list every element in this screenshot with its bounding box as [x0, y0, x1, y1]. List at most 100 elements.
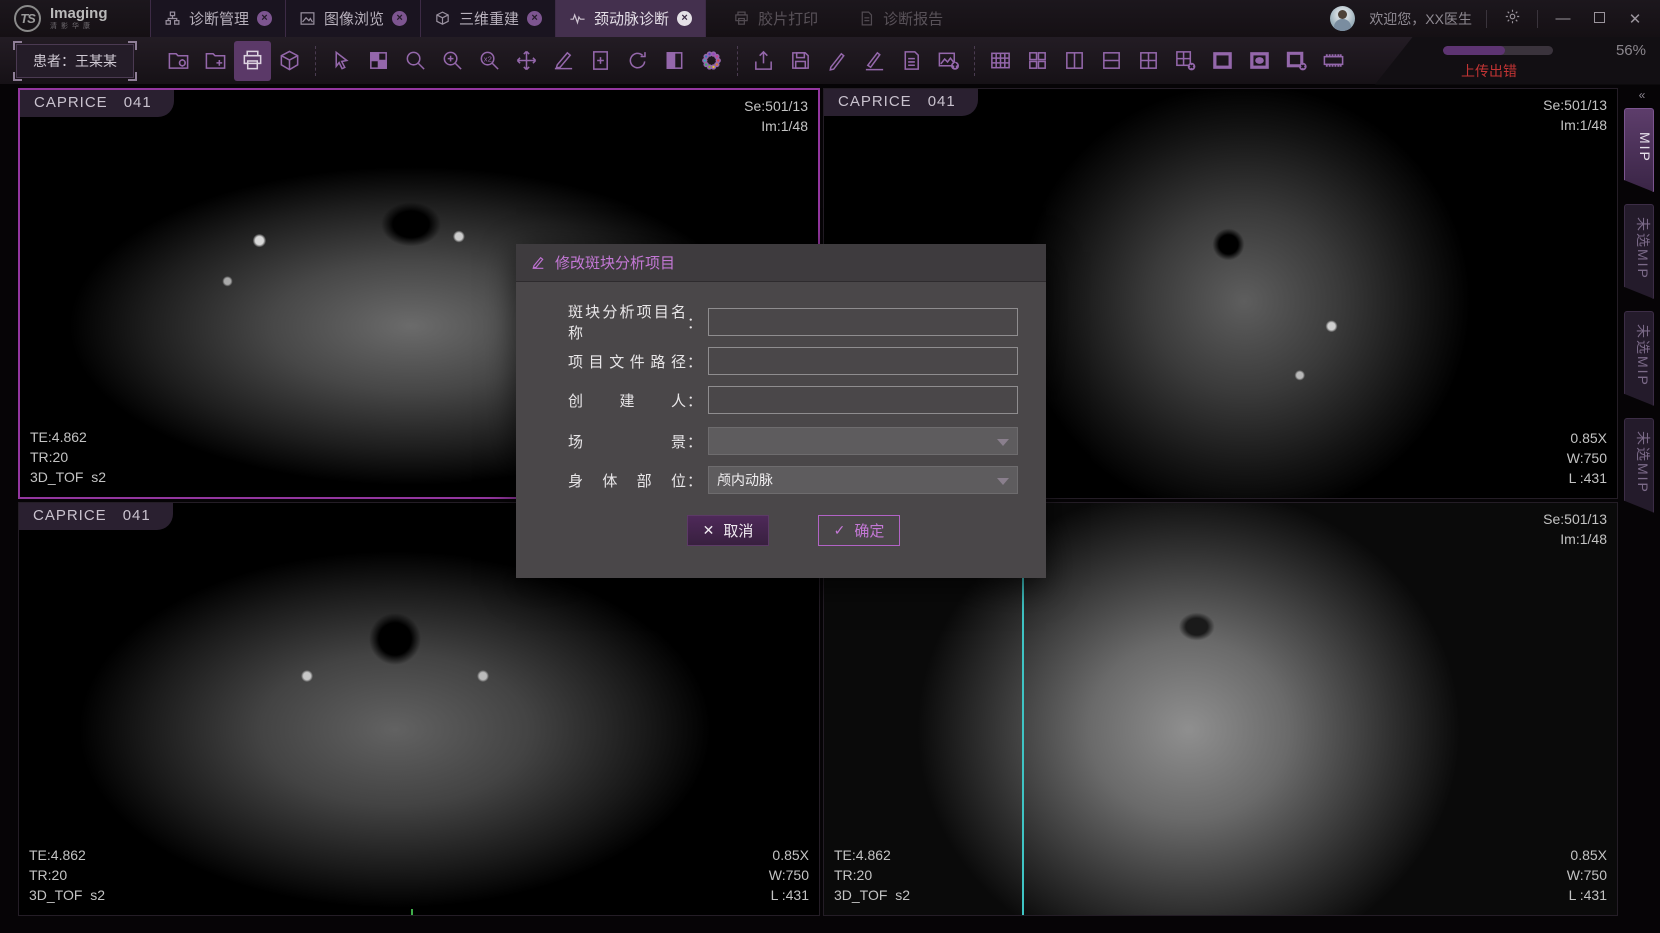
- tab-3d-reconstruction[interactable]: 三维重建 ×: [421, 0, 556, 37]
- scene-dropdown[interactable]: [708, 427, 1018, 455]
- pan-icon[interactable]: [508, 41, 545, 81]
- image-upload-icon[interactable]: [930, 41, 967, 81]
- series-info: Se:501/13Im:1/48: [1543, 509, 1607, 549]
- focus-corner: [13, 41, 22, 50]
- tab-close-icon[interactable]: ×: [677, 11, 692, 26]
- window-maximize-icon[interactable]: [1588, 10, 1610, 27]
- focus-corner: [128, 72, 137, 81]
- toolbar-divider: [974, 46, 975, 76]
- tab-film-print: 胶片打印: [720, 0, 831, 37]
- layout-remove-icon[interactable]: [1278, 41, 1315, 81]
- settings-gear-icon[interactable]: [1501, 8, 1523, 29]
- brush-icon[interactable]: [819, 41, 856, 81]
- measure-pencil-icon[interactable]: [545, 41, 582, 81]
- print-icon[interactable]: [234, 41, 271, 81]
- window-level-icon[interactable]: [656, 41, 693, 81]
- split-horizontal-icon[interactable]: [1093, 41, 1130, 81]
- display-info: 0.85XW:750L :431: [769, 845, 809, 905]
- magnify-icon[interactable]: [397, 41, 434, 81]
- window-minimize-icon[interactable]: —: [1552, 10, 1574, 27]
- cancel-label: 取消: [723, 520, 753, 541]
- toolbar-divider: [737, 46, 738, 76]
- volume-3d-icon[interactable]: [271, 41, 308, 81]
- field-colon: ：: [687, 470, 702, 491]
- tab-label: 诊断管理: [189, 8, 249, 29]
- open-project-settings-icon[interactable]: [160, 41, 197, 81]
- tab-close-icon[interactable]: ×: [527, 11, 542, 26]
- body-part-value: 颅内动脉: [717, 470, 773, 490]
- split-vertical-icon[interactable]: [1056, 41, 1093, 81]
- acquisition-info: TE:4.862TR:203D_TOF s2: [30, 427, 106, 487]
- invert-checker-icon[interactable]: [360, 41, 397, 81]
- export-upload-icon[interactable]: [745, 41, 782, 81]
- field-label: 创建人: [568, 390, 686, 411]
- field-label: 身体部位: [568, 470, 686, 491]
- project-name-input[interactable]: [708, 308, 1018, 336]
- tab-label: 胶片打印: [758, 8, 818, 29]
- rotate-icon[interactable]: [619, 41, 656, 81]
- filmstrip-icon[interactable]: [1315, 41, 1352, 81]
- report-document-icon[interactable]: [893, 41, 930, 81]
- save-icon[interactable]: [782, 41, 819, 81]
- layout-quad-icon[interactable]: [1019, 41, 1056, 81]
- rail-tab-unselected-mip-3[interactable]: 未选MIP: [1624, 418, 1654, 513]
- field-label: 场景: [568, 431, 686, 452]
- svg-text:x2: x2: [484, 54, 492, 63]
- tab-image-browse[interactable]: 图像浏览 ×: [286, 0, 421, 37]
- app-subtitle: 清影华康: [50, 21, 108, 31]
- top-bar-right: 欢迎您，XX医生 — ✕: [1330, 0, 1660, 37]
- series-info: Se:501/13Im:1/48: [744, 96, 808, 136]
- tab-close-icon[interactable]: ×: [257, 11, 272, 26]
- chevron-down-icon: [997, 439, 1009, 446]
- printer-icon: [733, 10, 750, 27]
- file-path-input[interactable]: [708, 347, 1018, 375]
- cursor-icon[interactable]: [323, 41, 360, 81]
- window-close-icon[interactable]: ✕: [1624, 10, 1646, 28]
- tab-label: 图像浏览: [324, 8, 384, 29]
- display-info: 0.85XW:750L :431: [1567, 428, 1607, 488]
- layout-grid-remove-icon[interactable]: [1167, 41, 1204, 81]
- creator-input[interactable]: [708, 386, 1018, 414]
- rail-tab-mip[interactable]: MIP: [1624, 108, 1654, 192]
- tab-close-icon[interactable]: ×: [392, 11, 407, 26]
- layout-ellipse-icon[interactable]: [1241, 41, 1278, 81]
- patient-name-text: 患者：王某某: [33, 53, 117, 69]
- zoom-2x-icon[interactable]: x2: [471, 41, 508, 81]
- upload-progress-fill: [1443, 46, 1505, 55]
- divider: [1537, 10, 1538, 28]
- image-icon: [299, 10, 316, 27]
- field-colon: ：: [687, 431, 702, 452]
- tab-diagnosis-management[interactable]: 诊断管理 ×: [150, 0, 286, 37]
- logo-monogram-icon: TS: [14, 5, 41, 32]
- edit-plaque-project-dialog: 修改斑块分析项目 斑块分析项目名称： 项目文件路径： 创建人： 场景： 身体部位…: [516, 244, 1046, 578]
- rail-tab-unselected-mip-2[interactable]: 未选MIP: [1624, 311, 1654, 406]
- application-window: TS Imaging 清影华康 诊断管理 × 图像浏览 × 三维重建 × 颈动脉…: [0, 0, 1660, 933]
- color-palette-icon[interactable]: [693, 41, 730, 81]
- tab-label: 诊断报告: [883, 8, 943, 29]
- brush-line-icon[interactable]: [856, 41, 893, 81]
- layout-grid-dense-icon[interactable]: [982, 41, 1019, 81]
- upload-progress-percent: 56%: [1616, 42, 1646, 59]
- series-tag: CAPRICE041: [19, 503, 173, 530]
- zoom-in-icon[interactable]: [434, 41, 471, 81]
- field-colon: ：: [687, 390, 702, 411]
- confirm-label: 确定: [854, 520, 884, 541]
- tab-carotid-diagnosis[interactable]: 颈动脉诊断 ×: [556, 0, 706, 37]
- layout-2x2-icon[interactable]: [1130, 41, 1167, 81]
- app-name: Imaging: [50, 7, 108, 21]
- waveform-icon: [569, 10, 586, 27]
- open-project-add-icon[interactable]: [197, 41, 234, 81]
- user-avatar[interactable]: [1330, 6, 1355, 31]
- series-info: Se:501/13Im:1/48: [1543, 95, 1607, 135]
- layout-single-icon[interactable]: [1204, 41, 1241, 81]
- rail-tab-unselected-mip-1[interactable]: 未选MIP: [1624, 204, 1654, 299]
- confirm-button[interactable]: ✓ 确定: [818, 515, 900, 546]
- cancel-button[interactable]: ✕ 取消: [687, 515, 769, 546]
- field-row-project-name: 斑块分析项目名称：: [568, 308, 1018, 336]
- body-part-dropdown[interactable]: 颅内动脉: [708, 466, 1018, 494]
- annotation-add-icon[interactable]: [582, 41, 619, 81]
- upload-error-text[interactable]: 上传出错: [1461, 61, 1517, 81]
- collapse-rail-icon[interactable]: «: [1622, 88, 1660, 102]
- edit-pencil-icon: [530, 255, 546, 271]
- document-icon: [858, 10, 875, 27]
